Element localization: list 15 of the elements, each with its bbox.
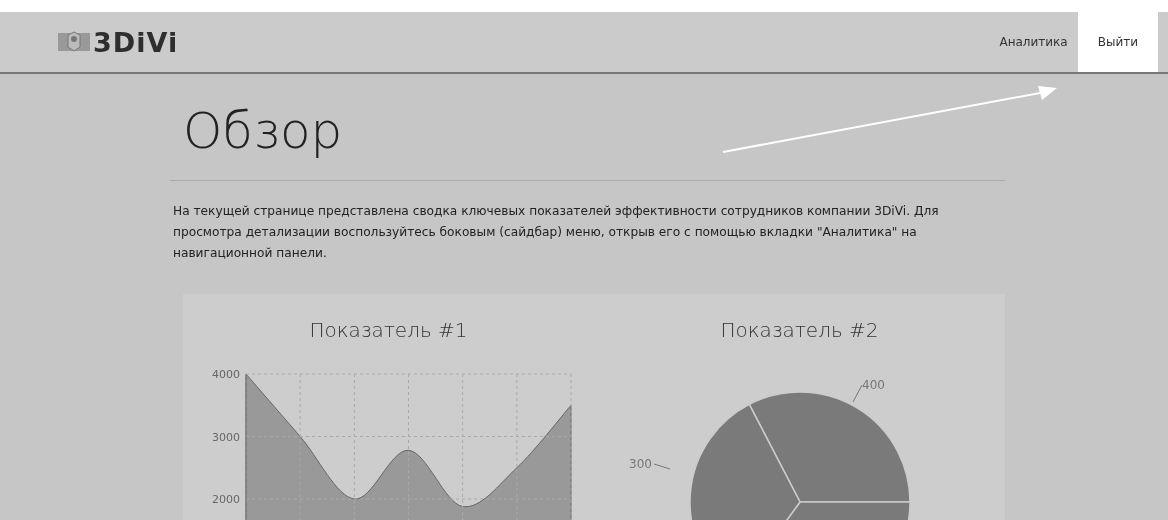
y-tick-label: 4000 <box>211 368 240 381</box>
leader-line <box>653 463 670 470</box>
nav-link[interactable]: Выйти <box>1077 12 1158 72</box>
page-title: Обзор <box>183 101 343 162</box>
chart-title: Показатель #2 <box>720 318 879 342</box>
y-tick-label: 3000 <box>211 430 240 444</box>
description: На текущей странице представлена сводка ключевых показателей эффективности сотрудников компании 3DiVi. Для просмотра детализации воспользуйтесь боковым (сайдбар) меню, открыв его с помощью вкладки "Аналитика" на навигационной панели. <box>173 203 940 262</box>
cube-logo-icon <box>58 31 90 53</box>
nav-link[interactable]: Аналитика <box>989 12 1078 72</box>
y-tick-label: 2000 <box>211 493 240 506</box>
logo-text: 3DiVi <box>93 26 179 58</box>
slice-label: 300 <box>628 457 652 471</box>
leader-line <box>852 384 862 403</box>
slice-label: 400 <box>861 378 885 392</box>
chart-title: Показатель #1 <box>309 318 468 342</box>
